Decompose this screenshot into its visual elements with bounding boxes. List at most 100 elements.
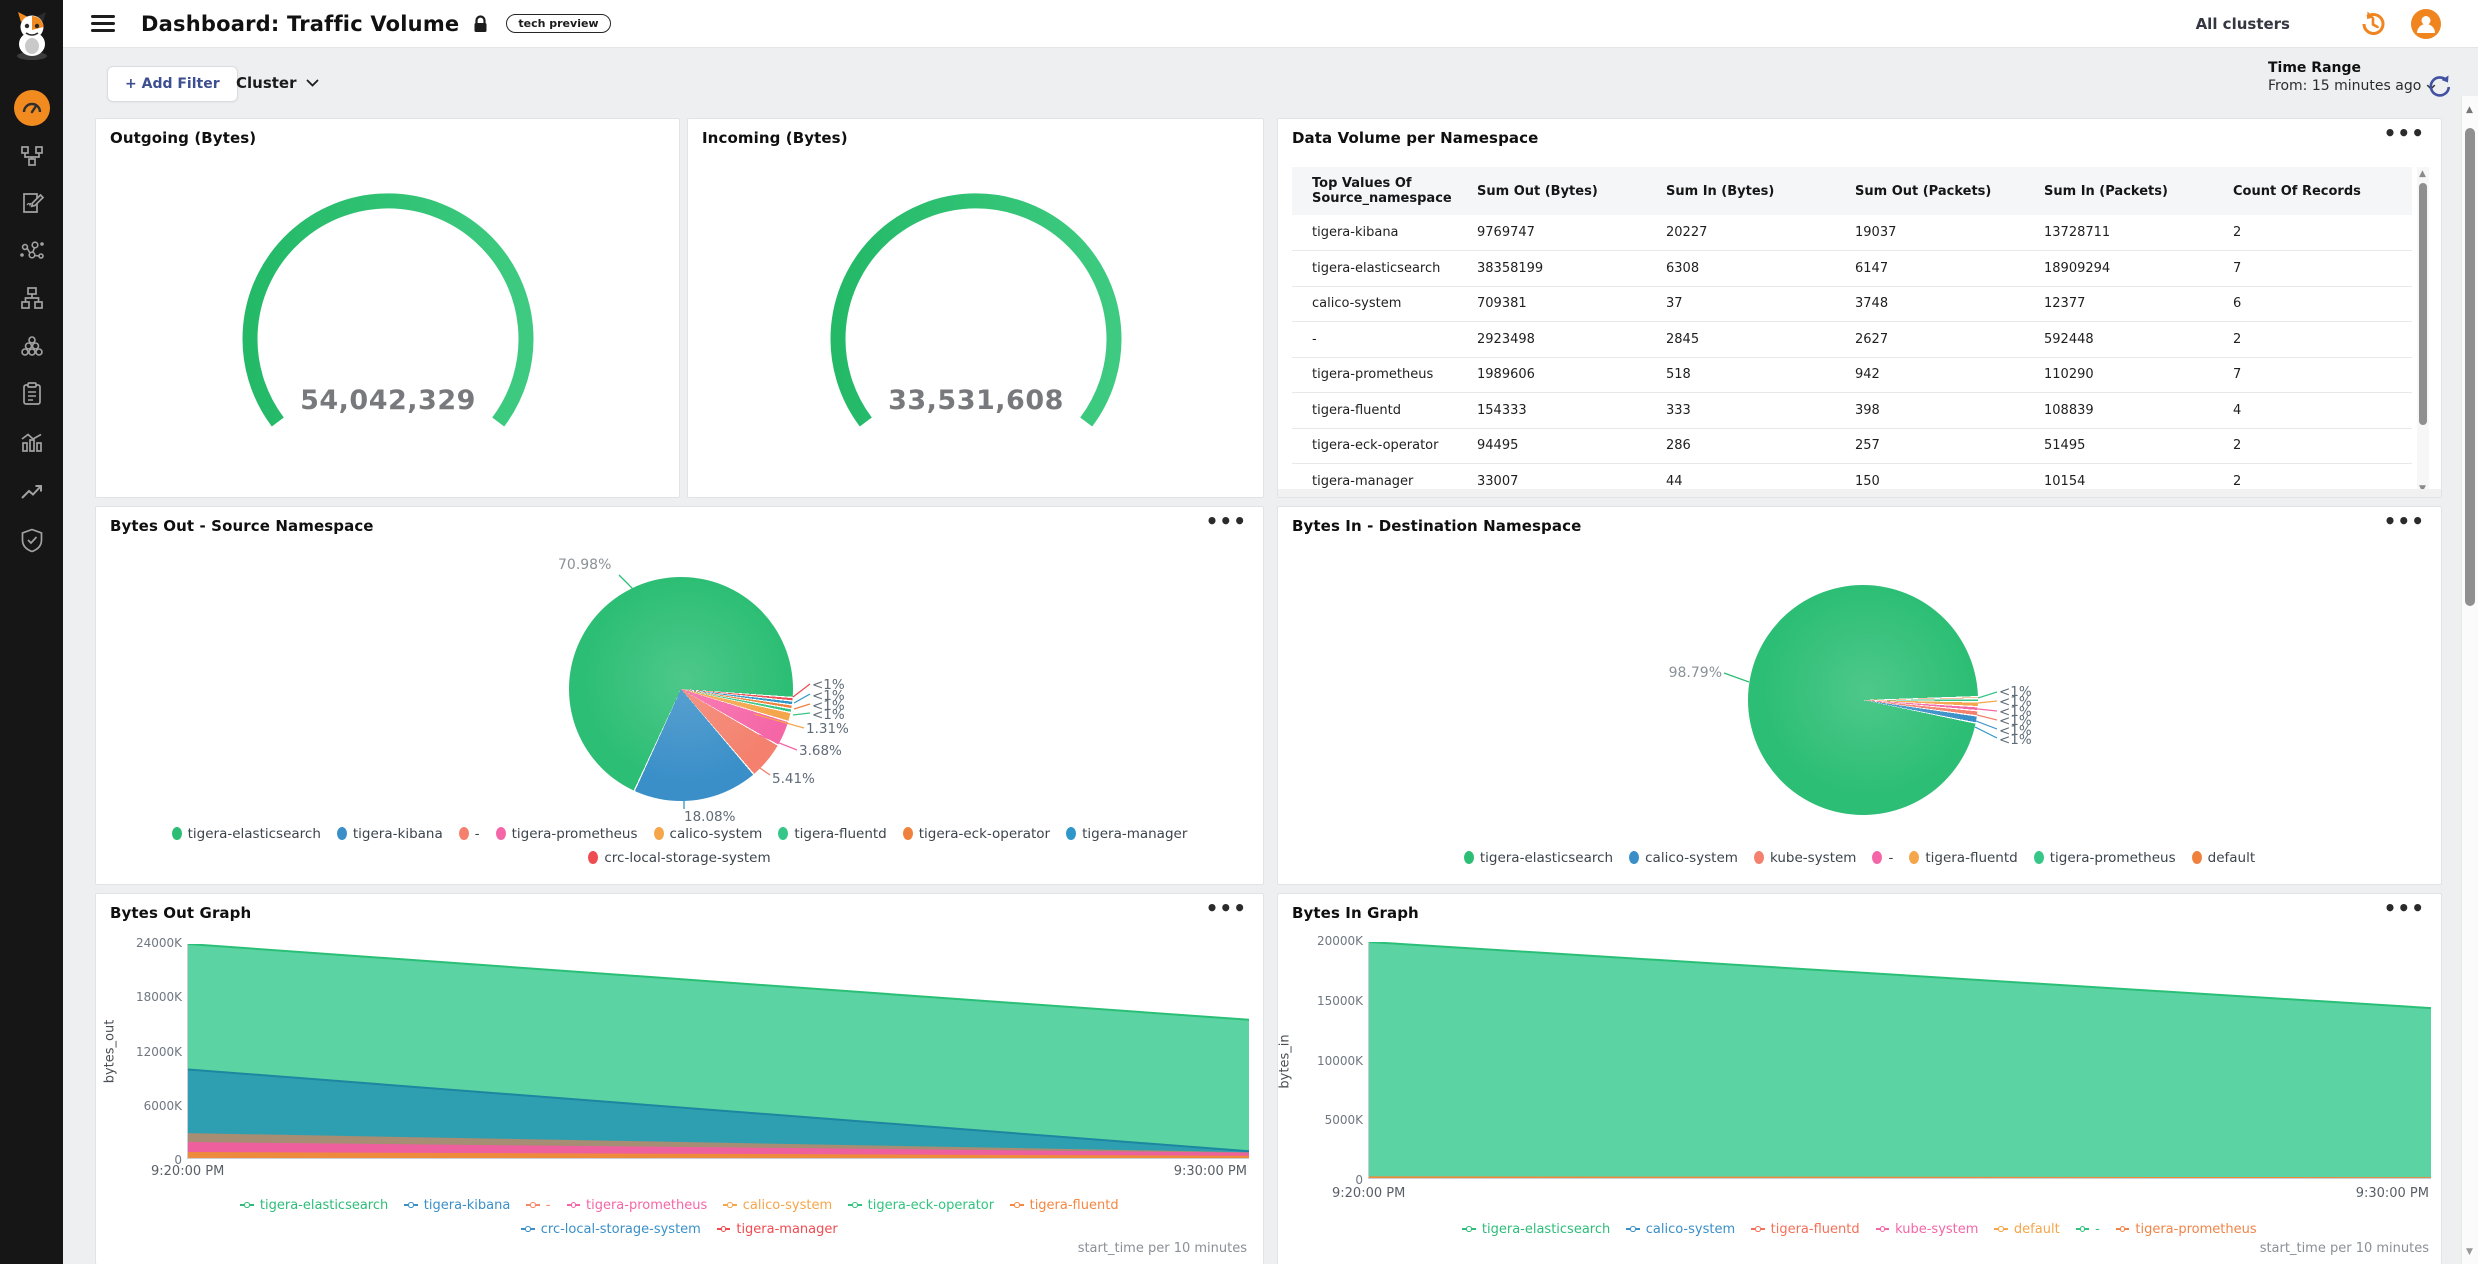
legend-item[interactable]: tigera-elasticsearch (1464, 850, 1613, 866)
sidebar-item-service-graph[interactable] (0, 238, 63, 264)
legend-item[interactable]: tigera-elasticsearch (172, 826, 321, 842)
panel-outgoing-bytes: Outgoing (Bytes) 54,042,329 (95, 118, 680, 498)
legend-item[interactable]: kube-system (1754, 850, 1857, 866)
legend-series-icon (567, 1202, 581, 1208)
x-axis-caption: start_time per 10 minutes (1078, 1241, 1247, 1256)
sidebar-item-dashboard[interactable] (0, 90, 63, 126)
user-avatar-icon[interactable] (2410, 8, 2442, 40)
table-row: tigera-prometheus19896065189421102907 (1292, 357, 2412, 393)
legend-item[interactable]: default (1994, 1222, 2059, 1237)
history-icon[interactable] (2358, 9, 2388, 39)
page-scrollbar[interactable]: ▲ ▼ (2461, 96, 2478, 1264)
panel-options-icon[interactable]: ••• (2384, 896, 2425, 920)
table-cell: calico-system (1292, 286, 1457, 322)
table-scrollbar-thumb[interactable] (2419, 183, 2427, 425)
legend-item[interactable]: tigera-prometheus (2116, 1222, 2257, 1237)
legend-label: calico-system (1645, 850, 1738, 866)
table-cell: 257 (1835, 428, 2024, 464)
panel-options-icon[interactable]: ••• (2384, 509, 2425, 533)
legend-label: tigera-fluentd (1925, 850, 2017, 866)
pie-legend-row: tigera-elasticsearch calico-system kube-sy… (1278, 849, 2441, 868)
legend-item[interactable]: tigera-fluentd (778, 826, 886, 842)
pie-legend-row: tigera-elasticsearchtigera-kibana-tigera… (96, 825, 1263, 844)
legend-item[interactable]: default (2192, 850, 2256, 866)
legend-dot-icon (172, 827, 182, 840)
panel-options-icon[interactable]: ••• (1206, 896, 1247, 920)
y-axis-tick: 15000K (1317, 994, 1363, 1008)
panel-options-icon[interactable]: ••• (2384, 121, 2425, 145)
scroll-up-icon[interactable]: ▲ (2466, 106, 2473, 115)
sidebar-item-policies[interactable] (0, 190, 63, 216)
namespace-table: Top Values Of Source_namespaceSum Out (B… (1292, 167, 2412, 498)
sidebar-item-trends[interactable] (0, 479, 63, 505)
legend-item[interactable]: - (1872, 850, 1893, 866)
y-axis-tick: 0 (1355, 1173, 1363, 1187)
table-row: tigera-eck-operator94495286257514952 (1292, 428, 2412, 464)
bytes-in-area-chart[interactable] (1368, 942, 2431, 1179)
menu-icon[interactable] (91, 10, 115, 36)
page-scrollbar-thumb[interactable] (2465, 128, 2475, 606)
refresh-icon[interactable] (2426, 73, 2452, 99)
scroll-up-icon[interactable]: ▲ (2419, 170, 2426, 179)
panel-title: Outgoing (Bytes) (110, 129, 256, 147)
table-cell: 286 (1646, 428, 1835, 464)
sidebar-item-flow-visualizations[interactable] (0, 285, 63, 311)
sidebar-item-statistics[interactable] (0, 430, 63, 456)
calico-cat-logo[interactable] (0, 10, 63, 62)
sidebar-item-security[interactable] (0, 527, 63, 553)
bytes-out-area-chart[interactable] (187, 944, 1249, 1159)
legend-item[interactable]: tigera-elasticsearch (1462, 1222, 1610, 1237)
legend-item[interactable]: tigera-manager (717, 1222, 838, 1237)
legend-label: tigera-manager (736, 1222, 837, 1237)
legend-item[interactable]: tigera-kibana (337, 826, 443, 842)
legend-item[interactable]: tigera-kibana (404, 1198, 510, 1213)
page-title: Dashboard: Traffic Volume (141, 12, 459, 36)
pie-percent-label: <1% (812, 707, 845, 723)
legend-item[interactable]: tigera-fluentd (1751, 1222, 1859, 1237)
bytes-in-pie[interactable] (1748, 585, 1978, 815)
table-column-header: Top Values Of Source_namespace (1292, 167, 1457, 215)
sidebar-item-clusters[interactable] (0, 334, 63, 360)
bytes-out-pie[interactable] (569, 577, 793, 801)
legend-dot-icon (2192, 851, 2202, 864)
legend-item[interactable]: tigera-eck-operator (848, 1198, 994, 1213)
legend-item[interactable]: tigera-fluentd (1909, 850, 2017, 866)
legend-item[interactable]: calico-system (1626, 1222, 1735, 1237)
legend-series-icon (1010, 1202, 1024, 1208)
legend-item[interactable]: kube-system (1876, 1222, 1979, 1237)
legend-item[interactable]: tigera-manager (1066, 826, 1187, 842)
legend-item[interactable]: tigera-prometheus (567, 1198, 708, 1213)
trends-icon (19, 479, 45, 505)
all-clusters-selector[interactable]: All clusters (2196, 15, 2290, 33)
legend-item[interactable]: tigera-eck-operator (903, 826, 1050, 842)
sidebar-item-compliance[interactable] (0, 381, 63, 407)
panel-options-icon[interactable]: ••• (1206, 509, 1247, 533)
legend-item[interactable]: calico-system (654, 826, 763, 842)
table-cell: 6308 (1646, 251, 1835, 287)
scroll-down-icon[interactable]: ▼ (2466, 1248, 2473, 1257)
time-range-control[interactable]: Time Range From: 15 minutes ago (2268, 60, 2436, 94)
legend-item[interactable]: calico-system (723, 1198, 832, 1213)
legend-item[interactable]: crc-local-storage-system (521, 1222, 701, 1237)
table-scrollbar[interactable]: ▲ ▼ (2417, 167, 2429, 497)
sidebar-item-network[interactable] (0, 143, 63, 169)
legend-item[interactable]: crc-local-storage-system (588, 850, 770, 866)
cluster-dropdown[interactable]: Cluster (236, 74, 319, 92)
panel-title: Bytes Out Graph (110, 904, 251, 922)
y-axis-tick: 24000K (136, 936, 182, 950)
legend-item[interactable]: calico-system (1629, 850, 1738, 866)
legend-item[interactable]: tigera-prometheus (2034, 850, 2176, 866)
legend-item[interactable]: tigera-elasticsearch (240, 1198, 388, 1213)
panel-bytes-in-graph: Bytes In Graph ••• bytes_in 20000K15000K… (1277, 893, 2442, 1264)
legend-item[interactable]: - (459, 826, 480, 842)
legend-series-icon (1994, 1226, 2008, 1232)
legend-item[interactable]: tigera-prometheus (496, 826, 638, 842)
table-cell: 2 (2213, 322, 2412, 358)
table-horizontal-scrollbar[interactable] (1278, 489, 2442, 498)
legend-item[interactable]: - (2076, 1222, 2100, 1237)
legend-item[interactable]: - (526, 1198, 550, 1213)
legend-item[interactable]: tigera-fluentd (1010, 1198, 1118, 1213)
area-series-tigera-elasticsearch (1369, 942, 2431, 1178)
legend-label: tigera-prometheus (586, 1198, 707, 1213)
add-filter-button[interactable]: + Add Filter (107, 66, 238, 102)
